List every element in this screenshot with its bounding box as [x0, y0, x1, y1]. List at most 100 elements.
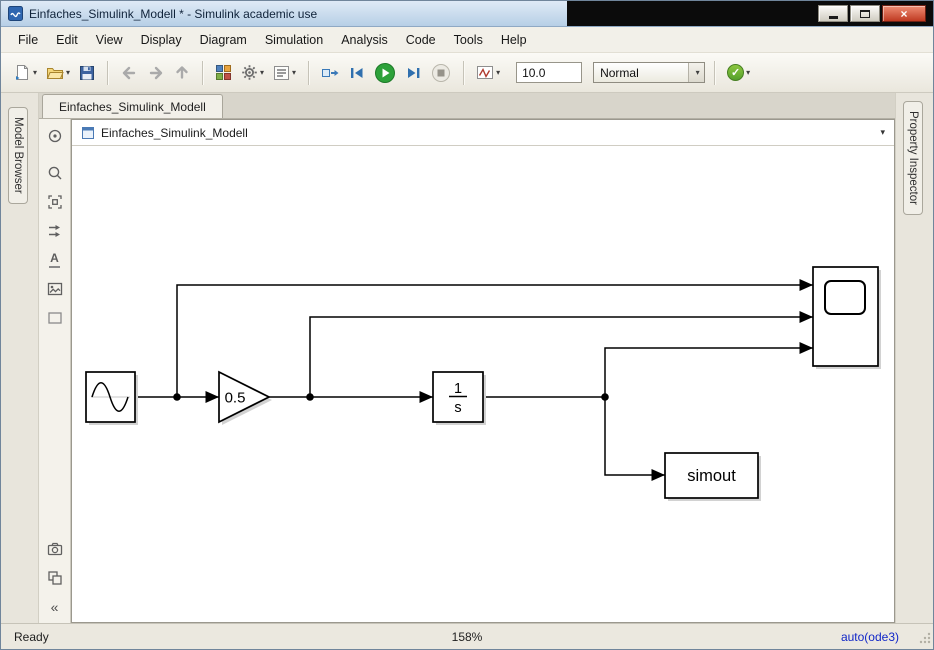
caret-down-icon[interactable]: ▾ [880, 127, 885, 138]
zoom-button[interactable] [44, 163, 66, 183]
resize-grip[interactable] [918, 631, 931, 647]
maximize-button[interactable] [850, 5, 880, 22]
simulink-window: Einfaches_Simulink_Modell * - Simulink a… [0, 0, 934, 650]
integrator-numerator: 1 [454, 381, 462, 397]
branch-dot[interactable] [601, 393, 609, 401]
menu-code[interactable]: Code [397, 29, 445, 51]
breadcrumb[interactable]: Einfaches_Simulink_Modell ▾ [72, 120, 894, 146]
to-workspace-label: simout [687, 467, 736, 485]
toolbar-separator [308, 61, 309, 85]
property-inspector-tab[interactable]: Property Inspector [903, 101, 923, 215]
gain-block[interactable]: 0.5 [219, 372, 269, 422]
camera-icon [46, 540, 64, 558]
minimize-button[interactable] [818, 5, 848, 22]
check-icon: ✓ [731, 66, 740, 79]
branch-dot[interactable] [173, 393, 181, 401]
connect-target-icon [321, 65, 339, 81]
fit-to-view-button[interactable] [44, 192, 66, 212]
step-back-button[interactable] [345, 60, 368, 86]
menu-display[interactable]: Display [132, 29, 191, 51]
diagnostics-viewer-button[interactable]: ▾ [270, 60, 299, 86]
direction-button[interactable] [44, 221, 66, 241]
library-browser-icon [215, 64, 232, 81]
caret-down-icon: ▾ [260, 69, 264, 77]
model-configuration-button[interactable]: ▾ [238, 60, 267, 86]
open-folder-icon [46, 65, 64, 81]
annotation-icon: A [49, 252, 60, 267]
signal-line-integrator-to-scope[interactable] [605, 348, 813, 397]
target-icon [46, 127, 64, 145]
branch-dot[interactable] [306, 393, 314, 401]
signal-line-integrator-to-workspace[interactable] [605, 397, 665, 475]
model-canvas-panel: Einfaches_Simulink_Modell ▾ [71, 119, 895, 623]
titlebar[interactable]: Einfaches_Simulink_Modell * - Simulink a… [1, 1, 933, 27]
close-icon: × [900, 8, 907, 20]
menu-tools[interactable]: Tools [445, 29, 492, 51]
viewmarks-icon [46, 569, 64, 587]
close-button[interactable]: × [882, 5, 926, 22]
caret-down-icon: ▾ [292, 69, 296, 77]
back-button[interactable] [117, 60, 141, 86]
left-panel-strip: Model Browser [1, 93, 39, 623]
solver-indicator[interactable]: auto(ode3) [841, 630, 899, 644]
caret-down-icon: ▾ [496, 69, 500, 77]
signal-line-gain-to-scope[interactable] [310, 317, 813, 397]
integrator-block[interactable]: 1 s [433, 372, 483, 422]
sine-wave-block[interactable] [86, 372, 135, 422]
save-icon [79, 65, 95, 81]
diagnostics-list-icon [273, 65, 290, 81]
document-tab-bar: Einfaches_Simulink_Modell [39, 93, 895, 119]
menu-help[interactable]: Help [492, 29, 536, 51]
tab-model[interactable]: Einfaches_Simulink_Modell [42, 94, 223, 118]
stop-button[interactable] [428, 60, 454, 86]
scope-block[interactable] [813, 267, 878, 366]
editor-palette: A « [39, 119, 71, 623]
up-to-parent-button[interactable] [171, 60, 193, 86]
fit-to-view-icon [46, 193, 64, 211]
library-browser-button[interactable] [212, 60, 235, 86]
minimize-icon [829, 16, 838, 19]
simulink-app-icon [8, 6, 23, 21]
area-annotation-button[interactable] [44, 308, 66, 328]
menu-edit[interactable]: Edit [47, 29, 87, 51]
new-model-button[interactable]: ▾ [11, 60, 40, 86]
menu-file[interactable]: File [9, 29, 47, 51]
to-workspace-block[interactable]: simout [665, 453, 758, 498]
hide-explorer-button[interactable] [44, 126, 66, 146]
forward-button[interactable] [144, 60, 168, 86]
run-button[interactable] [371, 60, 399, 86]
screenshot-button[interactable] [44, 539, 66, 559]
simulation-display-button[interactable]: ▾ [473, 60, 503, 86]
open-model-button[interactable]: ▾ [43, 60, 73, 86]
toolbar: ▾ ▾ ▾ ▾ [1, 53, 933, 93]
menu-analysis[interactable]: Analysis [332, 29, 397, 51]
toolbar-separator [107, 61, 108, 85]
image-annotation-button[interactable] [44, 279, 66, 299]
menu-diagram[interactable]: Diagram [191, 29, 256, 51]
menu-simulation[interactable]: Simulation [256, 29, 332, 51]
connect-to-target-button[interactable] [318, 60, 342, 86]
stop-time-input[interactable] [516, 62, 582, 83]
gain-label: 0.5 [225, 390, 246, 407]
collapse-icon: « [51, 600, 59, 614]
model-advisor-button[interactable]: ✓ ▾ [724, 60, 753, 86]
caret-down-icon: ▾ [66, 69, 70, 77]
menu-view[interactable]: View [87, 29, 132, 51]
model-icon [81, 126, 95, 140]
viewmarks-button[interactable] [44, 568, 66, 588]
simulation-mode-select[interactable]: Normal ▾ [593, 62, 705, 83]
save-button[interactable] [76, 60, 98, 86]
new-model-icon [14, 64, 31, 81]
collapse-palette-button[interactable]: « [44, 597, 66, 617]
annotation-button[interactable]: A [44, 250, 66, 270]
select-caret: ▾ [688, 63, 704, 82]
area-box-icon [46, 309, 64, 327]
diagram-canvas[interactable]: 0.5 1 s simout [72, 146, 894, 622]
step-forward-button[interactable] [402, 60, 425, 86]
integrator-denominator: s [454, 400, 461, 416]
menubar: File Edit View Display Diagram Simulatio… [1, 27, 933, 53]
signal-line-sine-to-scope[interactable] [177, 285, 813, 397]
model-browser-tab[interactable]: Model Browser [8, 107, 28, 204]
zoom-level: 158% [452, 630, 483, 644]
up-arrow-icon [174, 64, 190, 81]
